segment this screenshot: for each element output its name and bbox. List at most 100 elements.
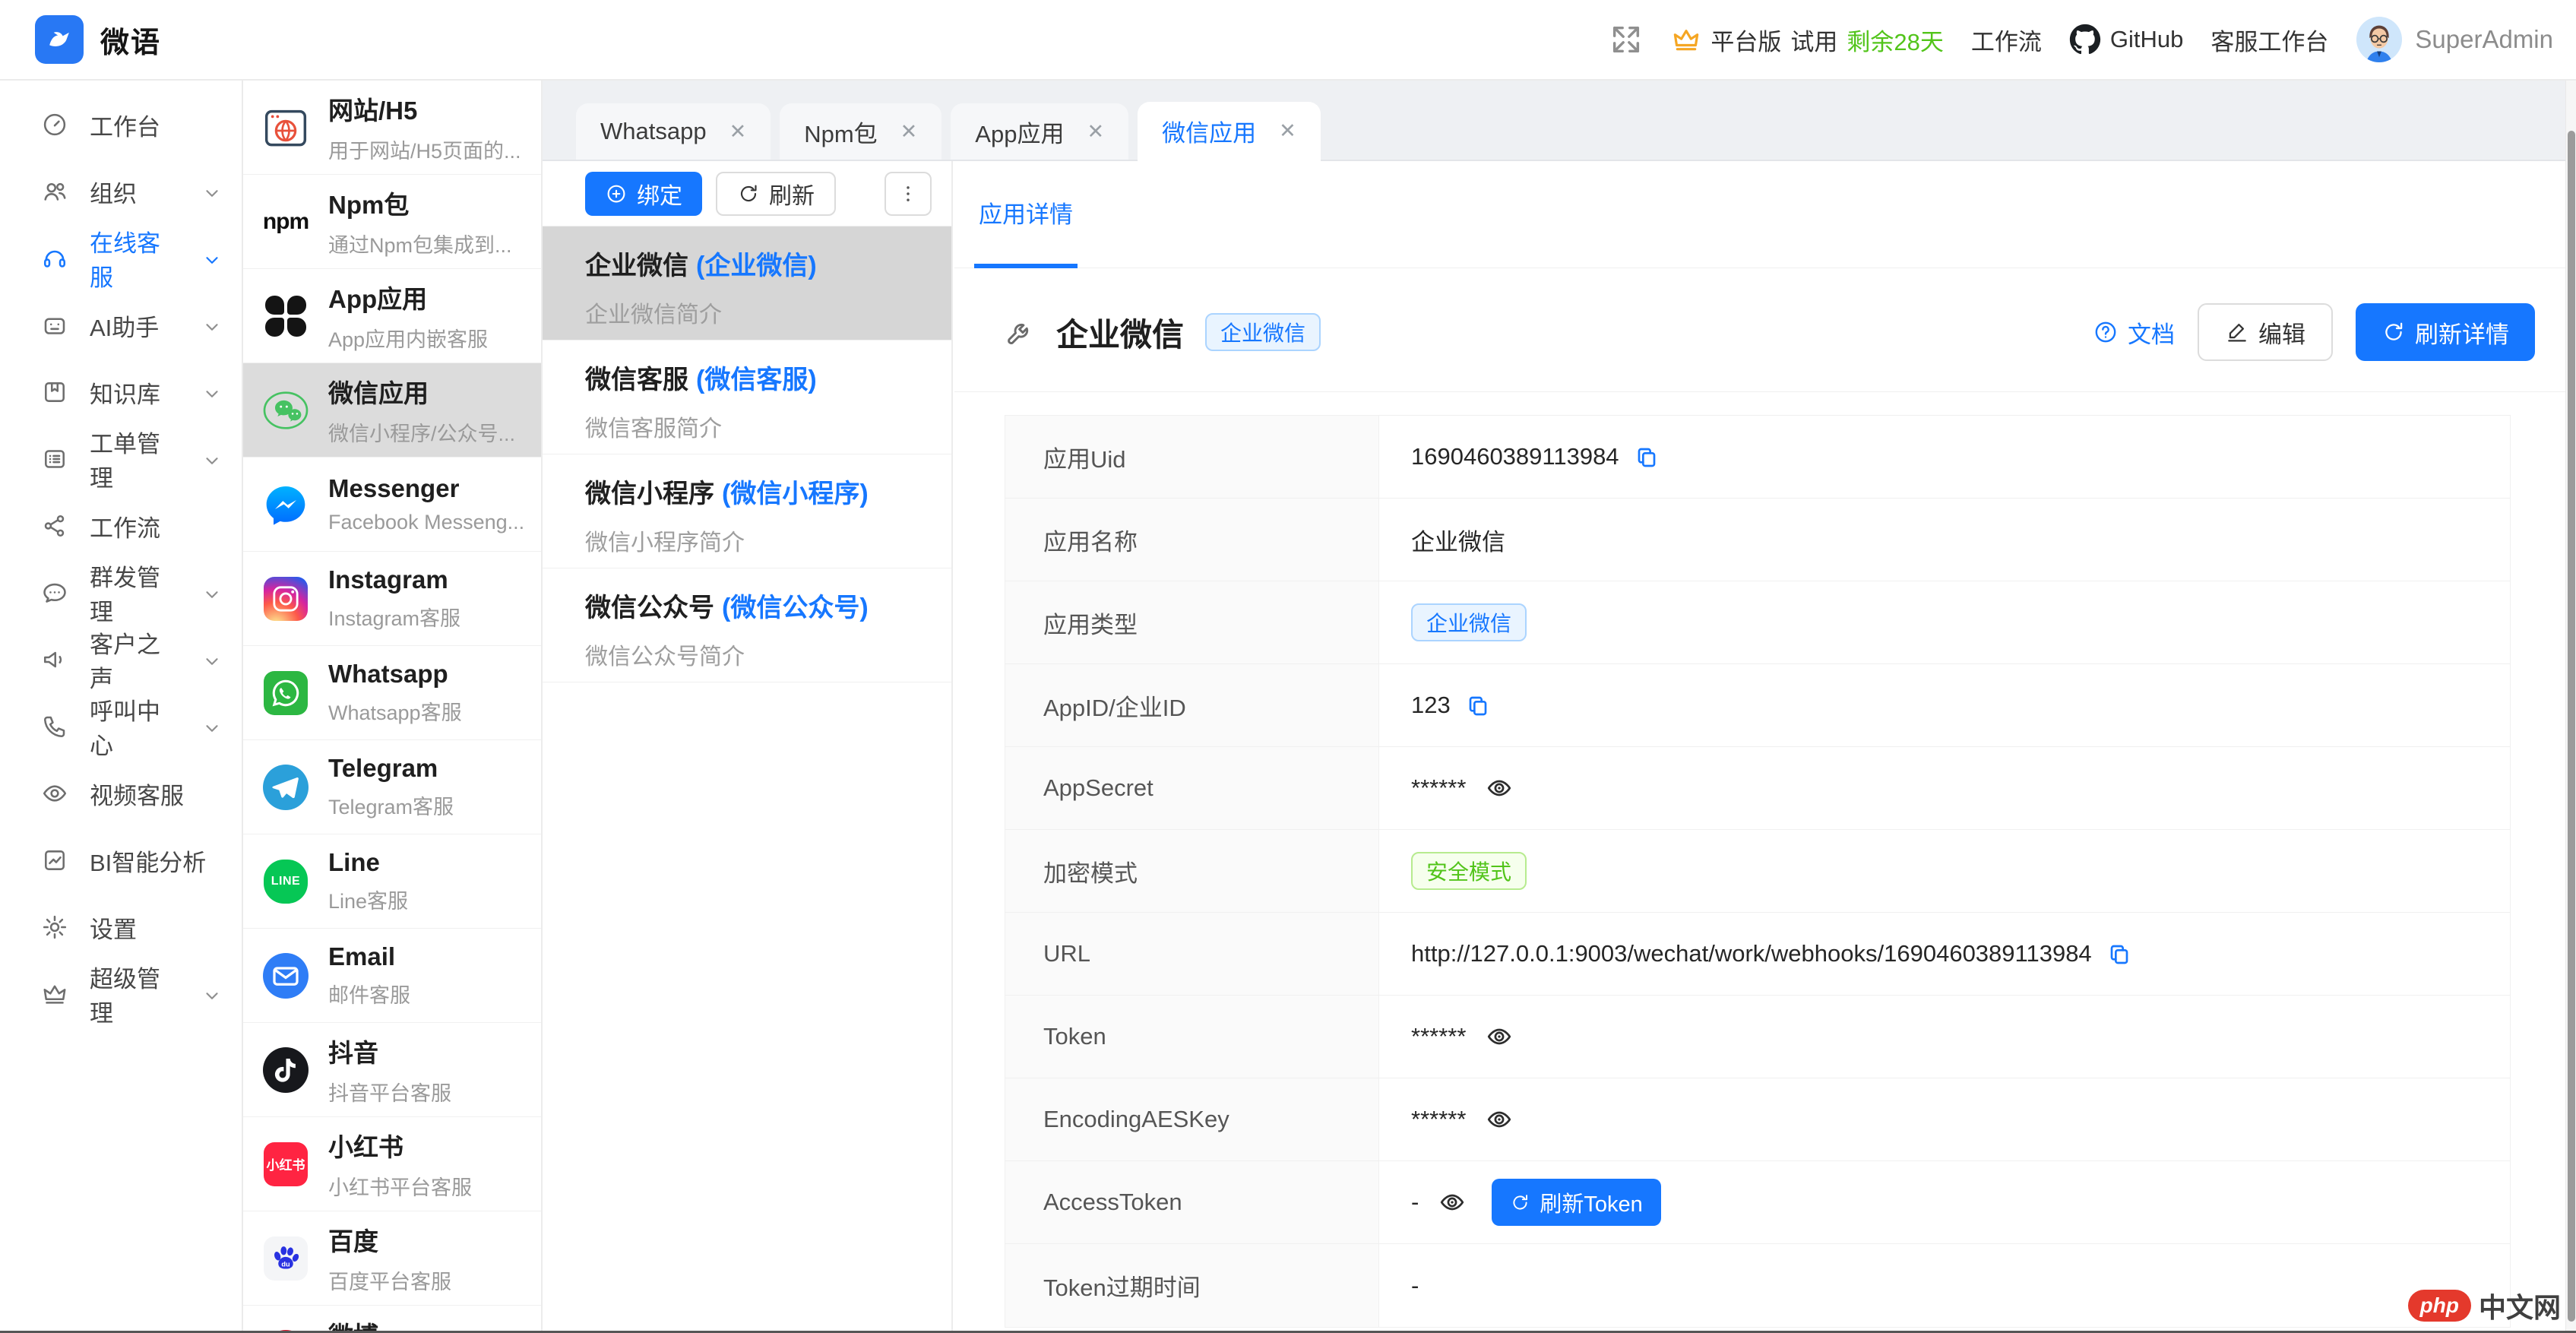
copy-icon[interactable] (1635, 445, 1659, 469)
copy-icon[interactable] (1466, 693, 1490, 717)
channel-name: Whatsapp (328, 660, 462, 689)
channel-item-npm[interactable]: npm Npm包通过Npm包集成到... (243, 175, 541, 269)
doc-link[interactable]: 文档 (2093, 315, 2175, 350)
user-menu[interactable]: SuperAdmin (2356, 16, 2553, 63)
sidebar-item-organization[interactable]: 组织 (0, 158, 242, 225)
sidebar-item-label: 客户之声 (90, 625, 181, 694)
tab-app-detail[interactable]: 应用详情 (974, 161, 1078, 268)
sidebar-item-knowledge-base[interactable]: 知识库 (0, 359, 242, 426)
eye-icon[interactable] (1486, 1023, 1513, 1050)
close-icon[interactable]: ✕ (1087, 122, 1104, 142)
sidebar-item-label: 组织 (90, 175, 137, 209)
table-row: AppID/企业ID 123 (1005, 664, 2510, 747)
sidebar-item-super-admin[interactable]: 超级管理 (0, 961, 242, 1027)
table-row: AppSecret ****** (1005, 747, 2510, 830)
phone-icon (41, 713, 68, 740)
nav-workflow[interactable]: 工作流 (1971, 23, 2042, 57)
username: SuperAdmin (2415, 25, 2553, 54)
channel-name: 微信应用 (328, 373, 515, 410)
chevron-down-icon (202, 449, 222, 469)
channel-desc: 用于网站/H5页面的... (328, 135, 521, 164)
copy-icon[interactable] (2107, 942, 2131, 966)
tab-label: 微信应用 (1162, 114, 1256, 148)
table-row: 应用Uid 1690460389113984 (1005, 416, 2510, 499)
nav-workbench[interactable]: 客服工作台 (2210, 23, 2328, 57)
scrollbar-thumb[interactable] (2568, 131, 2575, 1322)
channel-item-telegram[interactable]: TelegramTelegram客服 (243, 740, 541, 834)
channel-item-line[interactable]: LINE LineLine客服 (243, 834, 541, 929)
channel-item-xiaohongshu[interactable]: 小红书 小红书小红书平台客服 (243, 1117, 541, 1211)
channel-item-messenger[interactable]: MessengerFacebook Messeng... (243, 458, 541, 552)
channel-item-baidu[interactable]: du 百度百度平台客服 (243, 1211, 541, 1306)
field-label: URL (1005, 913, 1379, 995)
sidebar-item-workbench[interactable]: 工作台 (0, 91, 242, 158)
edit-button[interactable]: 编辑 (2198, 303, 2333, 361)
channel-item-wechat[interactable]: 微信应用微信小程序/公众号... (243, 363, 541, 458)
tab-npm[interactable]: Npm包 ✕ (780, 103, 941, 160)
chevron-down-icon (202, 315, 222, 335)
channel-name: 网站/H5 (328, 90, 521, 127)
channel-desc: 小红书平台客服 (328, 1171, 472, 1201)
channel-item-weibo[interactable]: 微博微博平台客服 (243, 1306, 541, 1333)
channel-item-instagram[interactable]: InstagramInstagram客服 (243, 552, 541, 646)
chevron-down-icon (202, 249, 222, 268)
avatar (2356, 16, 2403, 63)
chart-icon (41, 847, 68, 874)
team-icon (41, 178, 68, 205)
bound-app-wechat-work[interactable]: 企业微信(企业微信) 企业微信简介 (543, 226, 951, 340)
sidebar-item-broadcast[interactable]: 群发管理 (0, 559, 242, 626)
detail-pane: 应用详情 企业微信 企业微信 文档 编辑 刷新详情 应用Uid (954, 161, 2565, 1333)
bound-app-desc: 微信小程序简介 (585, 524, 929, 557)
channel-item-email[interactable]: Email邮件客服 (243, 929, 541, 1023)
channel-list: 网站/H5用于网站/H5页面的... npm Npm包通过Npm包集成到... … (243, 81, 543, 1333)
channel-desc: Whatsapp客服 (328, 696, 462, 726)
channel-item-app[interactable]: App应用App应用内嵌客服 (243, 269, 541, 363)
sidebar-item-settings[interactable]: 设置 (0, 894, 242, 961)
chevron-down-icon (202, 382, 222, 402)
eye-icon[interactable] (1438, 1189, 1466, 1216)
refresh-token-button[interactable]: 刷新Token (1492, 1179, 1660, 1226)
refresh-detail-button[interactable]: 刷新详情 (2356, 303, 2535, 361)
channel-item-website[interactable]: 网站/H5 用于网站/H5页面的... (243, 81, 541, 175)
sidebar-item-video-service[interactable]: 视频客服 (0, 760, 242, 827)
sidebar-item-ticket-management[interactable]: 工单管理 (0, 426, 242, 492)
tab-wechat-app[interactable]: 微信应用 ✕ (1138, 102, 1321, 161)
eye-icon[interactable] (1486, 774, 1513, 802)
share-nodes-icon (41, 512, 68, 540)
bound-app-wechat-kf[interactable]: 微信客服(微信客服) 微信客服简介 (543, 340, 951, 454)
sidebar-item-voice-of-customer[interactable]: 客户之声 (0, 626, 242, 693)
bound-app-name: 微信客服(微信客服) (585, 359, 929, 396)
whatsapp-icon (261, 669, 310, 717)
chevron-down-icon (202, 984, 222, 1004)
sidebar-item-bi-analytics[interactable]: BI智能分析 (0, 827, 242, 894)
close-icon[interactable]: ✕ (729, 122, 747, 142)
tab-whatsapp[interactable]: Whatsapp ✕ (576, 103, 771, 160)
bound-apps-panel: 绑定 刷新 企业微信(企业微信) 企业微信简介 微信客服(微信客服) 微信客服简… (543, 161, 953, 1333)
bound-app-wechat-official[interactable]: 微信公众号(微信公众号) 微信公众号简介 (543, 568, 951, 682)
field-value: 1690460389113984 (1411, 443, 1619, 470)
sidebar-item-workflow[interactable]: 工作流 (0, 492, 242, 559)
page-scrollbar[interactable] (2565, 81, 2576, 1331)
channel-item-whatsapp[interactable]: Whatsapp Whatsapp客服 (243, 646, 541, 740)
close-icon[interactable]: ✕ (900, 122, 918, 142)
chevron-down-icon (202, 583, 222, 603)
nav-github[interactable]: GitHub (2069, 24, 2183, 55)
license-chip[interactable]: 平台版 试用 剩余28天 (1671, 23, 1943, 57)
tab-app[interactable]: App应用 ✕ (951, 103, 1128, 160)
sidebar-item-ai-assistant[interactable]: AI助手 (0, 292, 242, 359)
channel-desc: Line客服 (328, 885, 408, 914)
fullscreen-icon[interactable] (1609, 22, 1644, 57)
eye-icon[interactable] (1486, 1106, 1513, 1133)
close-icon[interactable]: ✕ (1279, 121, 1296, 141)
bind-button[interactable]: 绑定 (585, 172, 702, 216)
app-logo[interactable] (35, 15, 84, 64)
channel-item-douyin[interactable]: 抖音抖音平台客服 (243, 1023, 541, 1117)
sidebar-item-label: 在线客服 (90, 224, 181, 293)
sidebar-item-call-center[interactable]: 呼叫中心 (0, 693, 242, 760)
sidebar-item-online-service[interactable]: 在线客服 (0, 225, 242, 292)
bound-app-wechat-miniprogram[interactable]: 微信小程序(微信小程序) 微信小程序简介 (543, 454, 951, 568)
sidebar-item-label: AI助手 (90, 309, 159, 343)
more-actions-button[interactable] (885, 172, 932, 216)
refresh-button[interactable]: 刷新 (716, 172, 836, 216)
line-icon: LINE (261, 857, 310, 906)
